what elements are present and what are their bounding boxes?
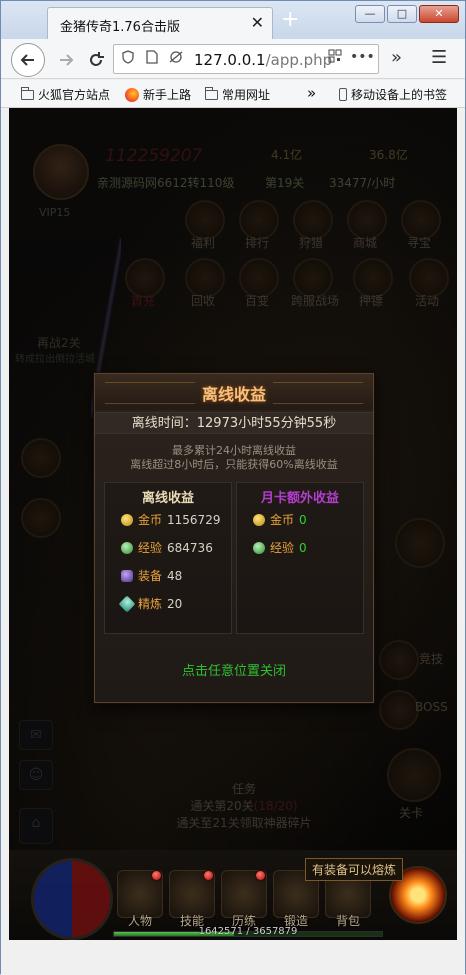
mobile-bookmarks[interactable]: 移动设备上的书签: [339, 86, 447, 103]
back-button[interactable]: [11, 43, 45, 77]
url-host: 127.0.0.1: [194, 51, 266, 69]
close-hint[interactable]: 点击任意位置关闭: [95, 660, 373, 679]
card-exp-value: 0: [299, 540, 307, 555]
refine-tip[interactable]: 有装备可以熔炼: [305, 858, 404, 881]
bookmark-label: 火狐官方站点: [38, 88, 111, 102]
refine-value: 20: [167, 596, 183, 611]
active-tab[interactable]: 金猪传奇1.76合击版 ✕: [47, 7, 273, 39]
overflow-chevron-icon[interactable]: »: [391, 47, 402, 68]
tab-title: 金猪传奇1.76合击版: [60, 20, 180, 35]
bookmarks-toolbar: 火狐官方站点 新手上路 常用网址 » 移动设备上的书签: [1, 80, 465, 108]
offline-income-title: 离线收益: [141, 491, 194, 506]
close-window-button[interactable]: ✕: [419, 5, 459, 23]
offline-income-dialog[interactable]: 离线收益 离线时间：12973小时55分钟55秒 最多累计24小时离线收益 离线…: [94, 373, 374, 703]
folder-icon: [21, 86, 34, 100]
refine-row: 精炼 20: [118, 595, 183, 612]
card-exp-label: 经验: [270, 541, 295, 555]
maximize-button[interactable]: □: [387, 5, 417, 23]
tab-strip: 金猪传奇1.76合击版 ✕ + — □ ✕: [1, 1, 465, 39]
back-arrow-icon: [20, 54, 34, 66]
gold-coin-icon: [253, 513, 265, 526]
card-exp-row: 经验 0: [253, 539, 307, 556]
address-bar[interactable]: 127.0.0.1/app.php •••: [113, 44, 379, 74]
forward-arrow-icon: [60, 54, 74, 66]
url-text[interactable]: 127.0.0.1/app.php: [194, 51, 332, 69]
equip-value: 48: [167, 568, 183, 583]
navigation-bar: 127.0.0.1/app.php ••• » ☰: [1, 39, 465, 79]
exp-row: 经验 684736: [121, 539, 213, 556]
exp-icon: [253, 541, 265, 554]
tab-close-icon[interactable]: ✕: [251, 13, 264, 32]
bookmark-label: 常用网址: [222, 88, 271, 102]
taiji-emblem-icon[interactable]: [31, 858, 113, 940]
card-gold-label: 金币: [270, 513, 295, 527]
mobile-bookmarks-label: 移动设备上的书签: [351, 88, 448, 102]
bookmarks-overflow-icon[interactable]: »: [307, 84, 316, 102]
tracking-blocked-icon[interactable]: [168, 50, 184, 68]
shield-icon[interactable]: [122, 50, 134, 68]
gold-row: 金币 1156729: [121, 511, 220, 528]
exp-icon: [121, 541, 133, 554]
gold-coin-icon: [121, 513, 133, 526]
reload-button[interactable]: [81, 45, 111, 75]
bookmark-label: 新手上路: [143, 88, 192, 102]
exp-label: 经验: [138, 541, 163, 555]
equip-row: 装备 48: [121, 567, 182, 584]
gold-value: 1156729: [167, 512, 221, 527]
exp-current: 1642571: [198, 926, 244, 937]
mobile-device-icon: [339, 88, 347, 101]
refine-label: 精炼: [138, 597, 163, 611]
window-controls: — □ ✕: [355, 5, 459, 23]
gold-label: 金币: [138, 513, 163, 527]
forward-button[interactable]: [51, 45, 81, 75]
equip-label: 装备: [138, 569, 163, 583]
offline-income-column: 离线收益 金币 1156729 经验 684736 装备 48 精炼 20: [104, 482, 232, 634]
exp-max: 3657879: [252, 926, 298, 937]
exp-value: 684736: [167, 540, 213, 555]
dialog-title-bar: 离线收益: [95, 374, 373, 410]
minimize-button[interactable]: —: [355, 5, 385, 23]
dialog-title: 离线收益: [201, 385, 266, 404]
folder-icon: [205, 86, 218, 100]
url-path: /app.php: [265, 51, 333, 69]
window-bottom-edge: [1, 940, 465, 975]
browser-window: 金猪传奇1.76合击版 ✕ + — □ ✕ 127.0.0.1/app.php …: [0, 0, 466, 975]
game-canvas[interactable]: VIP15 112259207 4.1亿 36.8亿 亲测源码网6612转110…: [9, 108, 457, 940]
card-gold-row: 金币 0: [253, 511, 307, 528]
bookmark-common-sites[interactable]: 常用网址: [205, 86, 270, 103]
monthly-card-column: 月卡额外收益 金币 0 经验 0: [236, 482, 364, 634]
page-info-icon[interactable]: [146, 50, 158, 68]
monthly-card-title: 月卡额外收益: [260, 491, 339, 506]
qr-code-icon[interactable]: [328, 49, 342, 67]
training-alert-dot: [255, 870, 266, 881]
equipment-icon: [121, 569, 133, 582]
bookmark-official-site[interactable]: 火狐官方站点: [21, 86, 110, 103]
card-gold-value: 0: [299, 512, 307, 527]
firefox-icon: [125, 87, 139, 102]
reload-icon: [90, 52, 104, 66]
character-alert-dot: [151, 870, 162, 881]
skills-alert-dot: [203, 870, 214, 881]
hamburger-menu-icon[interactable]: ☰: [431, 47, 447, 68]
exp-text: 1642571 / 3657879: [198, 926, 298, 937]
refine-crystal-icon: [118, 595, 136, 612]
new-tab-icon[interactable]: +: [281, 9, 299, 31]
bookmark-getting-started[interactable]: 新手上路: [125, 86, 191, 103]
page-actions-icon[interactable]: •••: [350, 49, 375, 65]
offline-time: 离线时间：12973小时55分钟55秒: [95, 412, 373, 434]
note-reduced-rate: 离线超过8小时后，只能获得60%离线收益: [130, 458, 338, 471]
